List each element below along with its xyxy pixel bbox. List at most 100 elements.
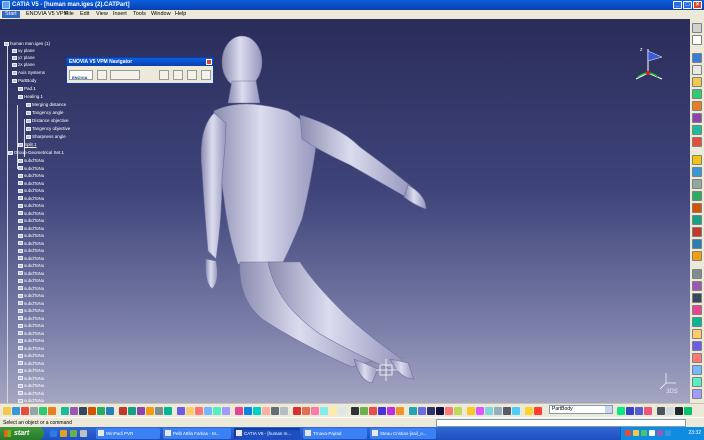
bottom-tool-15-icon[interactable] [137,407,145,415]
task-trnava[interactable]: Trnava-Pajrad [303,428,367,439]
bottom-tool-16-icon[interactable] [146,407,154,415]
menu-start[interactable]: Start [2,11,20,18]
right-tool-6-icon[interactable] [692,89,702,99]
bottom-tool-51-icon[interactable] [485,407,493,415]
bottom-tool-63-icon[interactable] [675,407,683,415]
bottom-tool-27-icon[interactable] [253,407,261,415]
tray-icon-5[interactable] [657,430,663,436]
bottom-tool-30-icon[interactable] [280,407,288,415]
bottom-tool-53-icon[interactable] [503,407,511,415]
right-tool-17-icon[interactable] [692,227,702,237]
right-tool-10-icon[interactable] [692,137,702,147]
right-tool-29-icon[interactable] [692,377,702,387]
tree-node-subd[interactable]: subdToNu [18,271,44,277]
tree-node-subd[interactable]: subdToNu [18,203,44,209]
tree-node-axis-systems[interactable]: Axis Systems [12,70,45,76]
bottom-tool-58-icon[interactable] [626,407,634,415]
bottom-tool-52-icon[interactable] [494,407,502,415]
bottom-tool-7-icon[interactable] [61,407,69,415]
right-tool-2-icon[interactable] [692,35,702,45]
right-tool-16-icon[interactable] [692,215,702,225]
tree-node-subd[interactable]: subdToNu [18,188,44,194]
bottom-tool-47-icon[interactable] [445,407,453,415]
bottom-tool-5-icon[interactable] [39,407,47,415]
tree-node-subd[interactable]: subdToNu [18,158,44,164]
tray-icon-3[interactable] [641,430,647,436]
bottom-tool-10-icon[interactable] [88,407,96,415]
navigator-tool-2-icon[interactable] [110,70,140,80]
bottom-tool-44-icon[interactable] [418,407,426,415]
tree-node-merging-distance[interactable]: Merging distance [26,102,66,108]
bottom-tool-36-icon[interactable] [338,407,346,415]
tree-node-subd[interactable]: subdToNu [18,233,44,239]
tray-icon-6[interactable] [665,430,671,436]
bottom-tool-9-icon[interactable] [79,407,87,415]
bottom-tool-13-icon[interactable] [119,407,127,415]
right-tool-22-icon[interactable] [692,293,702,303]
navigator-help-icon[interactable] [201,70,211,80]
quicklaunch-ie-icon[interactable] [50,430,57,437]
tree-node-zx-plane[interactable]: zx plane [12,62,35,68]
quicklaunch-folder-icon[interactable] [60,430,67,437]
task-catia[interactable]: CATIA V5 - [human m... [234,428,300,439]
right-tool-5-icon[interactable] [692,77,702,87]
task-steau[interactable]: Steau Cristian-[sail_o... [370,428,436,439]
right-tool-9-icon[interactable] [692,125,702,135]
tree-node-tangency-objective[interactable]: Tangency objective [26,126,70,132]
right-tool-1-icon[interactable] [692,23,702,33]
right-tool-26-icon[interactable] [692,341,702,351]
tree-node-yz-plane[interactable]: yz plane [12,55,35,61]
tree-node-subd[interactable]: subdToNu [18,196,44,202]
tree-node-subd[interactable]: subdToNu [18,368,44,374]
right-tool-12-icon[interactable] [692,167,702,177]
bottom-tool-64-icon[interactable] [684,407,692,415]
bottom-tool-54-icon[interactable] [512,407,520,415]
bottom-tool-17-icon[interactable] [155,407,163,415]
bottom-tool-45-icon[interactable] [427,407,435,415]
navigator-tool-3-icon[interactable] [159,70,169,80]
tree-node-geometrical-set[interactable]: Group-Geometrical Set.1 [8,150,64,156]
bottom-tool-1-icon[interactable] [3,407,11,415]
bottom-tool-57-icon[interactable] [617,407,625,415]
quicklaunch-app-icon[interactable] [80,430,87,437]
tree-node-distance-objective[interactable]: Distance objective [26,118,69,124]
right-tool-8-icon[interactable] [692,113,702,123]
bottom-tool-46-icon[interactable] [436,407,444,415]
bottom-tool-37-icon[interactable] [351,407,359,415]
task-farkas[interactable]: Pelb Attila Farkas - M... [163,428,231,439]
bottom-tool-59-icon[interactable] [635,407,643,415]
right-tool-21-icon[interactable] [692,281,702,291]
tree-node-subd[interactable]: subdToNu [18,263,44,269]
right-tool-18-icon[interactable] [692,239,702,249]
tree-node-subd[interactable]: subdToNu [18,383,44,389]
right-tool-25-icon[interactable] [692,329,702,339]
right-tool-24-icon[interactable] [692,317,702,327]
right-tool-11-icon[interactable] [692,155,702,165]
bottom-tool-61-icon[interactable] [657,407,665,415]
right-tool-7-icon[interactable] [692,101,702,111]
tree-node-subd[interactable]: subdToNu [18,361,44,367]
tree-node-subd[interactable]: subdToNu [18,173,44,179]
tree-node-subd[interactable]: subdToNu [18,241,44,247]
bottom-tool-18-icon[interactable] [164,407,172,415]
tree-node-subd[interactable]: subdToNu [18,248,44,254]
tree-node-split[interactable]: Split.1 [18,142,37,148]
right-tool-20-icon[interactable] [692,269,702,279]
right-tool-14-icon[interactable] [692,191,702,201]
bottom-tool-20-icon[interactable] [186,407,194,415]
3d-viewport[interactable]: human man.iges (1) xy plane yz plane zx … [0,19,690,403]
bottom-tool-21-icon[interactable] [195,407,203,415]
tree-node-xy-plane[interactable]: xy plane [12,48,35,54]
bottom-tool-23-icon[interactable] [213,407,221,415]
menu-edit[interactable]: Edit [80,10,89,19]
tree-node-subd[interactable]: subdToNu [18,181,44,187]
bottom-tool-62-icon[interactable] [666,407,674,415]
bottom-tool-40-icon[interactable] [378,407,386,415]
right-tool-28-icon[interactable] [692,365,702,375]
bottom-tool-49-icon[interactable] [467,407,475,415]
bottom-tool-14-icon[interactable] [128,407,136,415]
navigator-tool-1-icon[interactable] [97,70,107,80]
right-tool-15-icon[interactable] [692,203,702,213]
tree-node-subd[interactable]: subdToNu [18,226,44,232]
right-tool-30-icon[interactable] [692,389,702,399]
